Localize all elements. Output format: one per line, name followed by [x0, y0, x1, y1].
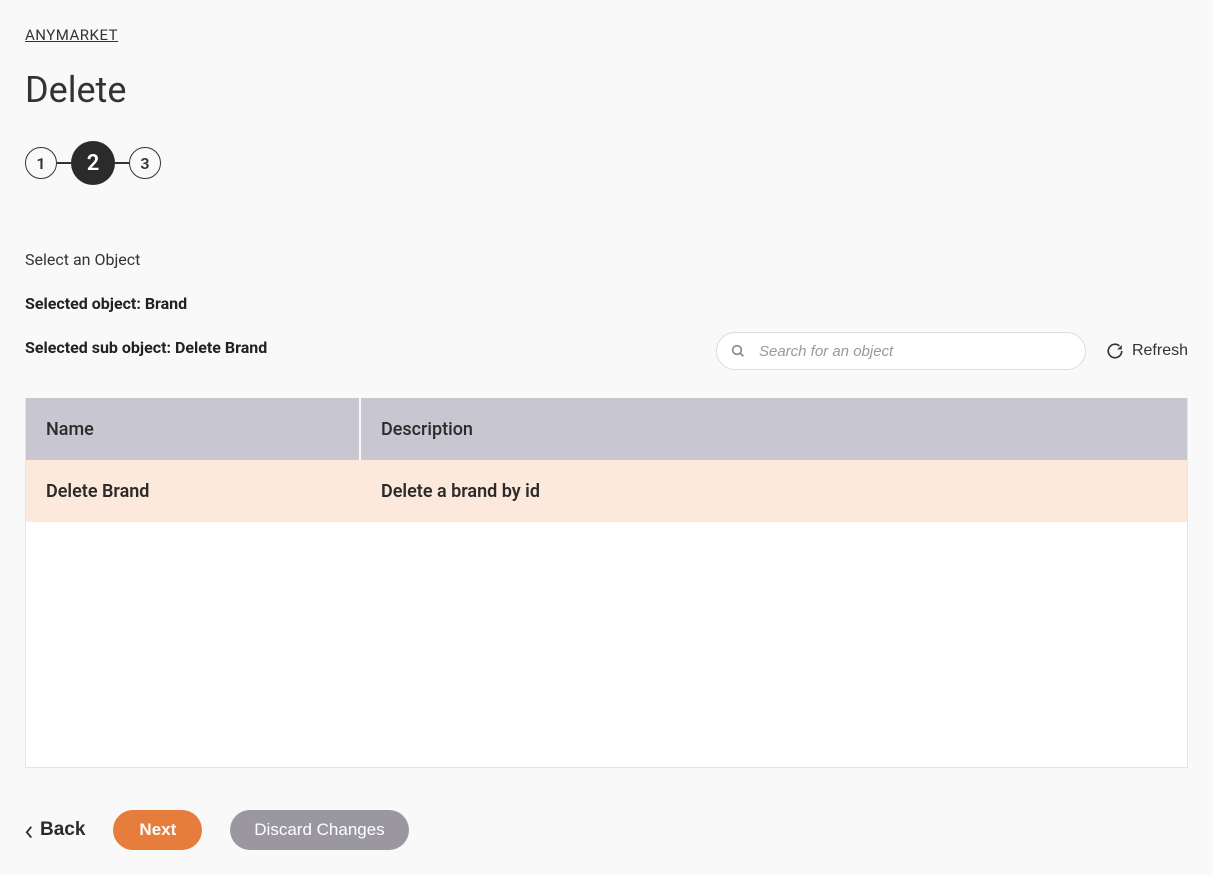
- table-header: Name Description: [26, 398, 1187, 460]
- object-table: Name Description Delete Brand Delete a b…: [25, 398, 1188, 768]
- discard-button[interactable]: Discard Changes: [230, 810, 408, 850]
- footer-actions: Back Next Discard Changes: [25, 810, 409, 850]
- stepper-connector: [57, 162, 71, 164]
- td-name: Delete Brand: [26, 460, 361, 522]
- search-wrapper: [716, 332, 1086, 370]
- object-section: Select an Object Selected object: Brand …: [25, 250, 1188, 768]
- next-button[interactable]: Next: [113, 810, 202, 850]
- back-button[interactable]: Back: [25, 819, 85, 841]
- table-row[interactable]: Delete Brand Delete a brand by id: [26, 460, 1187, 522]
- refresh-icon: [1106, 342, 1124, 360]
- step-1[interactable]: 1: [25, 147, 57, 179]
- breadcrumb-link[interactable]: ANYMARKET: [25, 26, 118, 44]
- selected-object-label: Selected object: Brand: [25, 294, 1188, 313]
- step-3[interactable]: 3: [129, 147, 161, 179]
- section-label: Select an Object: [25, 250, 1188, 269]
- th-description: Description: [361, 398, 1187, 460]
- stepper: 1 2 3: [25, 141, 1188, 185]
- refresh-button[interactable]: Refresh: [1106, 342, 1188, 360]
- td-description: Delete a brand by id: [361, 460, 1187, 522]
- search-input[interactable]: [716, 332, 1086, 370]
- th-name: Name: [26, 398, 361, 460]
- back-label: Back: [40, 819, 85, 841]
- refresh-label: Refresh: [1132, 342, 1188, 360]
- page-title: Delete: [25, 69, 1188, 111]
- stepper-connector: [115, 162, 129, 164]
- search-icon: [730, 343, 746, 359]
- step-2[interactable]: 2: [71, 141, 115, 185]
- chevron-left-icon: [25, 823, 34, 837]
